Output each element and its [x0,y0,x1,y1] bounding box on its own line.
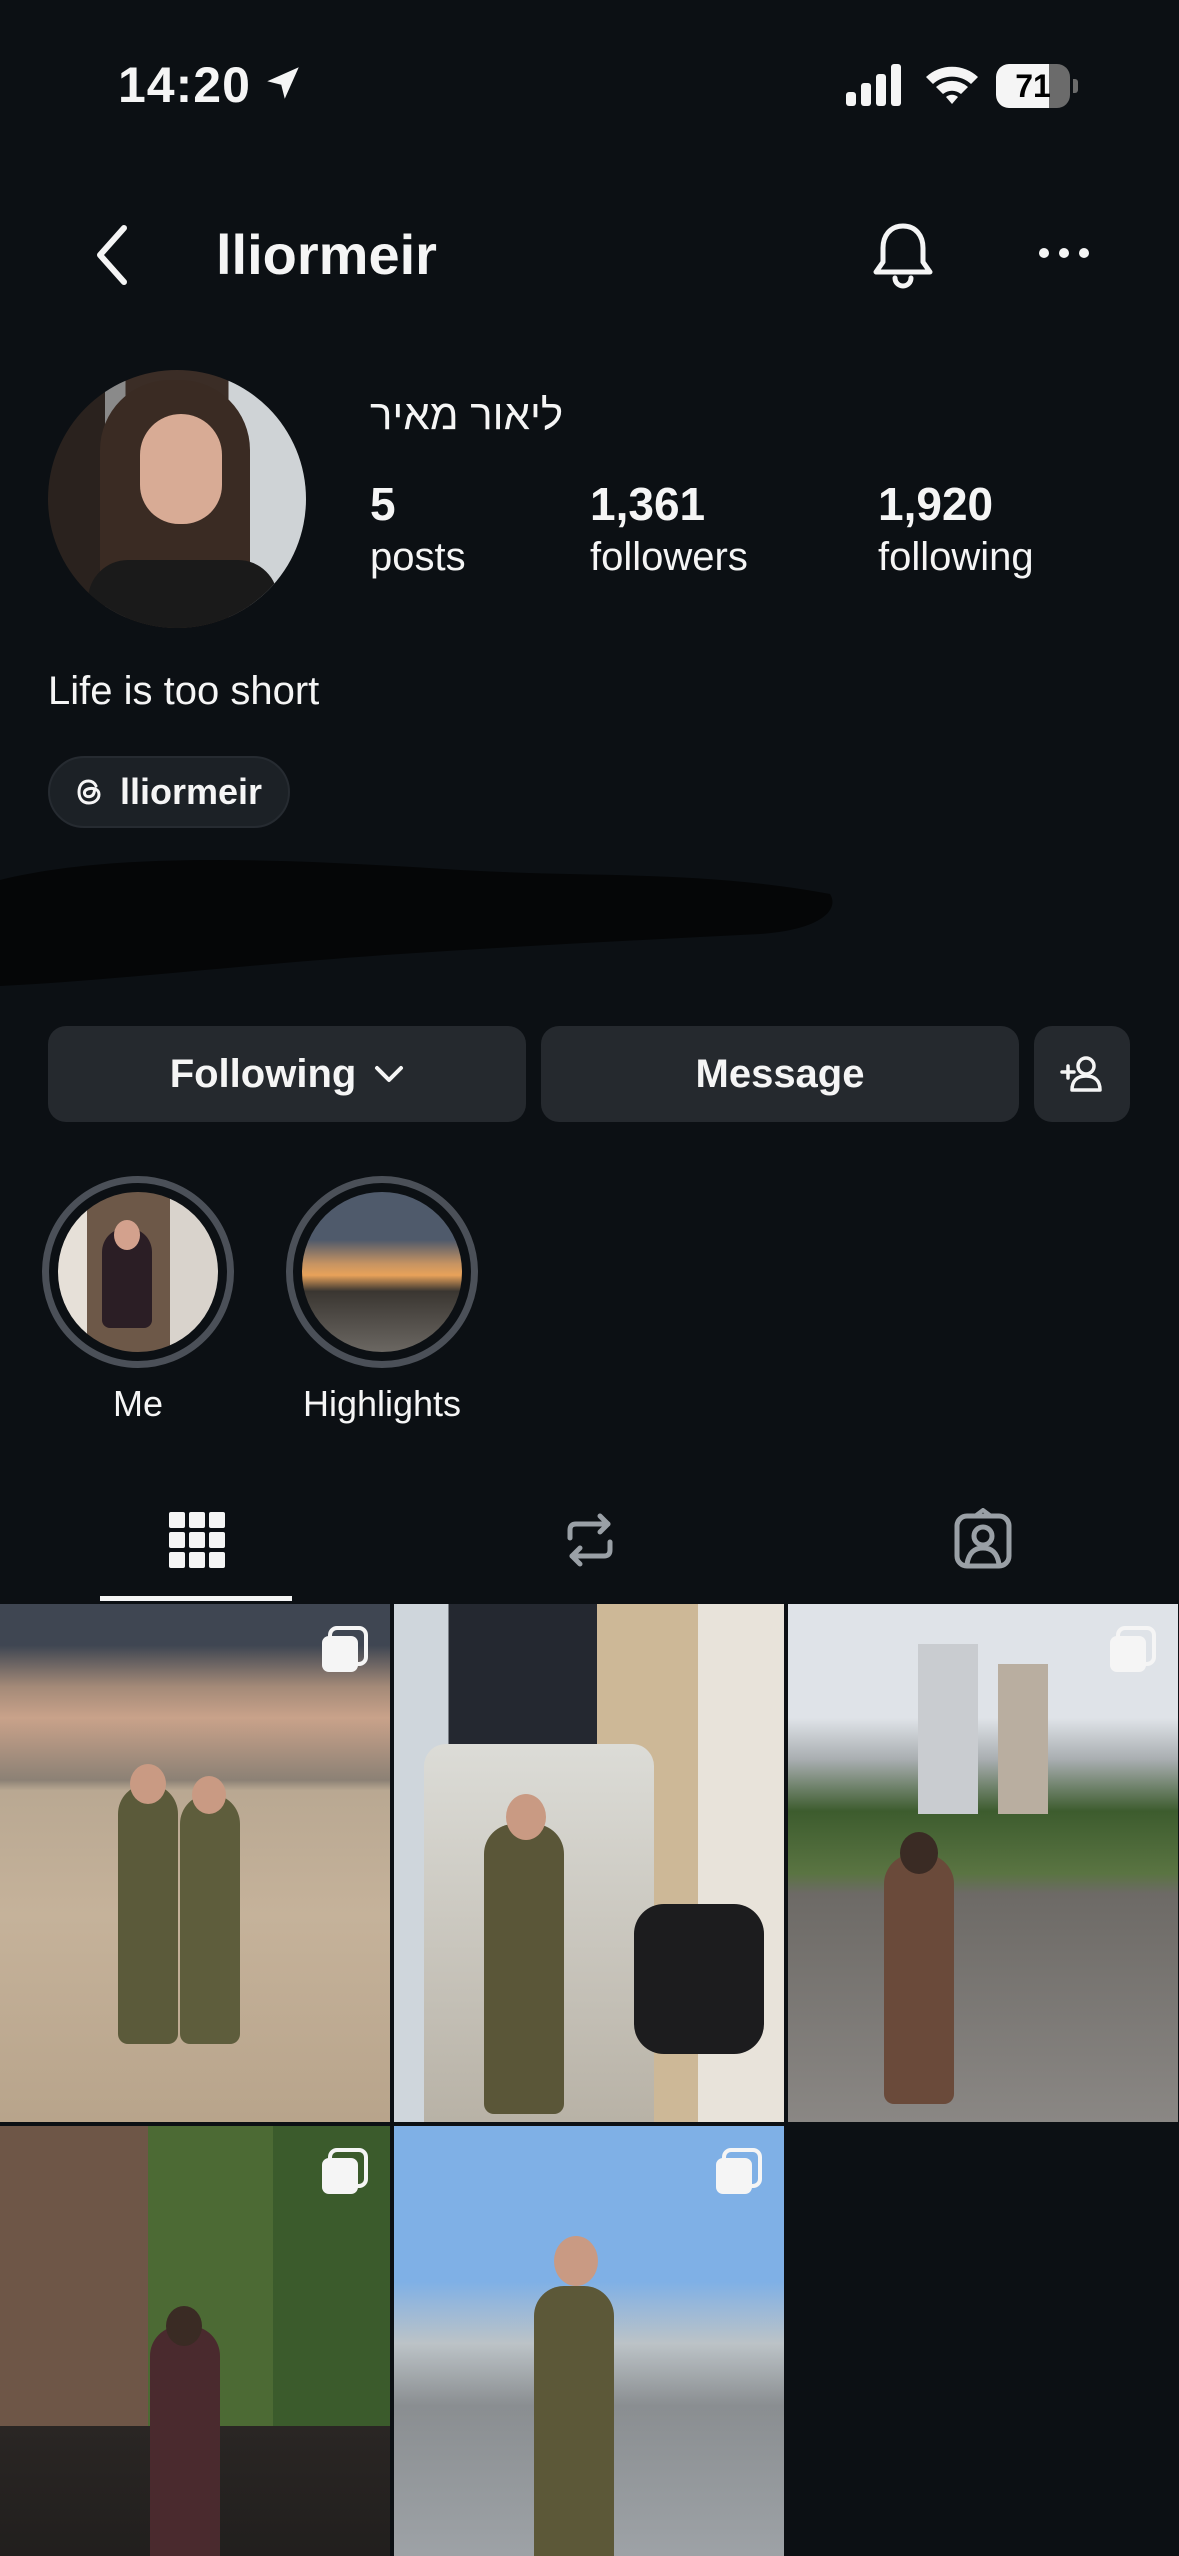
highlight-label: Me [112,1383,163,1424]
message-button[interactable]: Message [541,1026,1019,1122]
post-thumbnail[interactable] [0,1604,390,2122]
more-options-icon[interactable] [1036,238,1092,268]
followers-label: followers [590,535,748,579]
back-chevron-icon[interactable] [86,220,142,290]
profile-header: lliormeir [0,200,1179,310]
header-username: lliormeir [216,223,437,286]
battery-icon: 71 [996,64,1078,108]
tab-reposts[interactable] [393,1476,786,1604]
post-thumbnail[interactable] [788,1604,1178,2122]
cellular-signal-icon [846,64,901,106]
following-button-label: Following [169,1051,357,1096]
post-thumbnail[interactable] [394,2126,784,2556]
tagged-icon [954,1508,1011,1569]
repost-icon [567,1513,612,1567]
threads-profile-link[interactable]: lliormeir [48,756,291,828]
highlight-label: Highlights [302,1383,462,1424]
threads-handle: lliormeir [120,771,263,812]
location-arrow-icon [267,67,299,99]
posts-grid [0,1604,1179,2556]
bio-text: Life is too short [48,669,320,713]
display-name: ליאור מאיר [370,391,564,438]
followers-count: 1,361 [590,478,706,530]
battery-percent: 71 [1015,68,1051,104]
following-count: 1,920 [878,478,994,530]
stat-followers[interactable]: 1,361 followers [590,476,748,582]
redaction-scribble [0,860,833,986]
grid-icon [168,1512,225,1568]
active-tab-indicator [100,1596,292,1601]
highlight-highlights[interactable]: Highlights [286,1176,478,1426]
post-thumbnail[interactable] [0,2126,390,2556]
stat-following[interactable]: 1,920 following [878,476,1034,582]
status-time: 14:20 [118,57,251,113]
add-user-button[interactable] [1034,1026,1130,1122]
posts-count: 5 [370,478,396,530]
posts-label: posts [370,535,466,579]
threads-icon [77,779,101,805]
following-label: following [878,535,1034,579]
profile-avatar[interactable] [48,370,306,628]
post-thumbnail[interactable] [394,1604,784,2122]
person-add-icon [1060,1056,1102,1092]
chevron-down-icon [375,1066,404,1082]
stat-posts[interactable]: 5 posts [370,476,466,582]
message-button-label: Message [695,1051,865,1096]
multiple-photos-icon [322,2148,368,2194]
profile-tabs [0,1476,1179,1604]
multiple-photos-icon [322,1626,368,1672]
highlight-me[interactable]: Me [42,1176,234,1426]
tab-tagged[interactable] [786,1476,1179,1604]
multiple-photos-icon [716,2148,762,2194]
notification-bell-icon[interactable] [868,218,938,292]
following-button[interactable]: Following [48,1026,526,1122]
tab-grid[interactable] [0,1476,393,1604]
wifi-icon [926,66,978,104]
status-bar: 14:20 71 [0,0,1179,170]
multiple-photos-icon [1110,1626,1156,1672]
